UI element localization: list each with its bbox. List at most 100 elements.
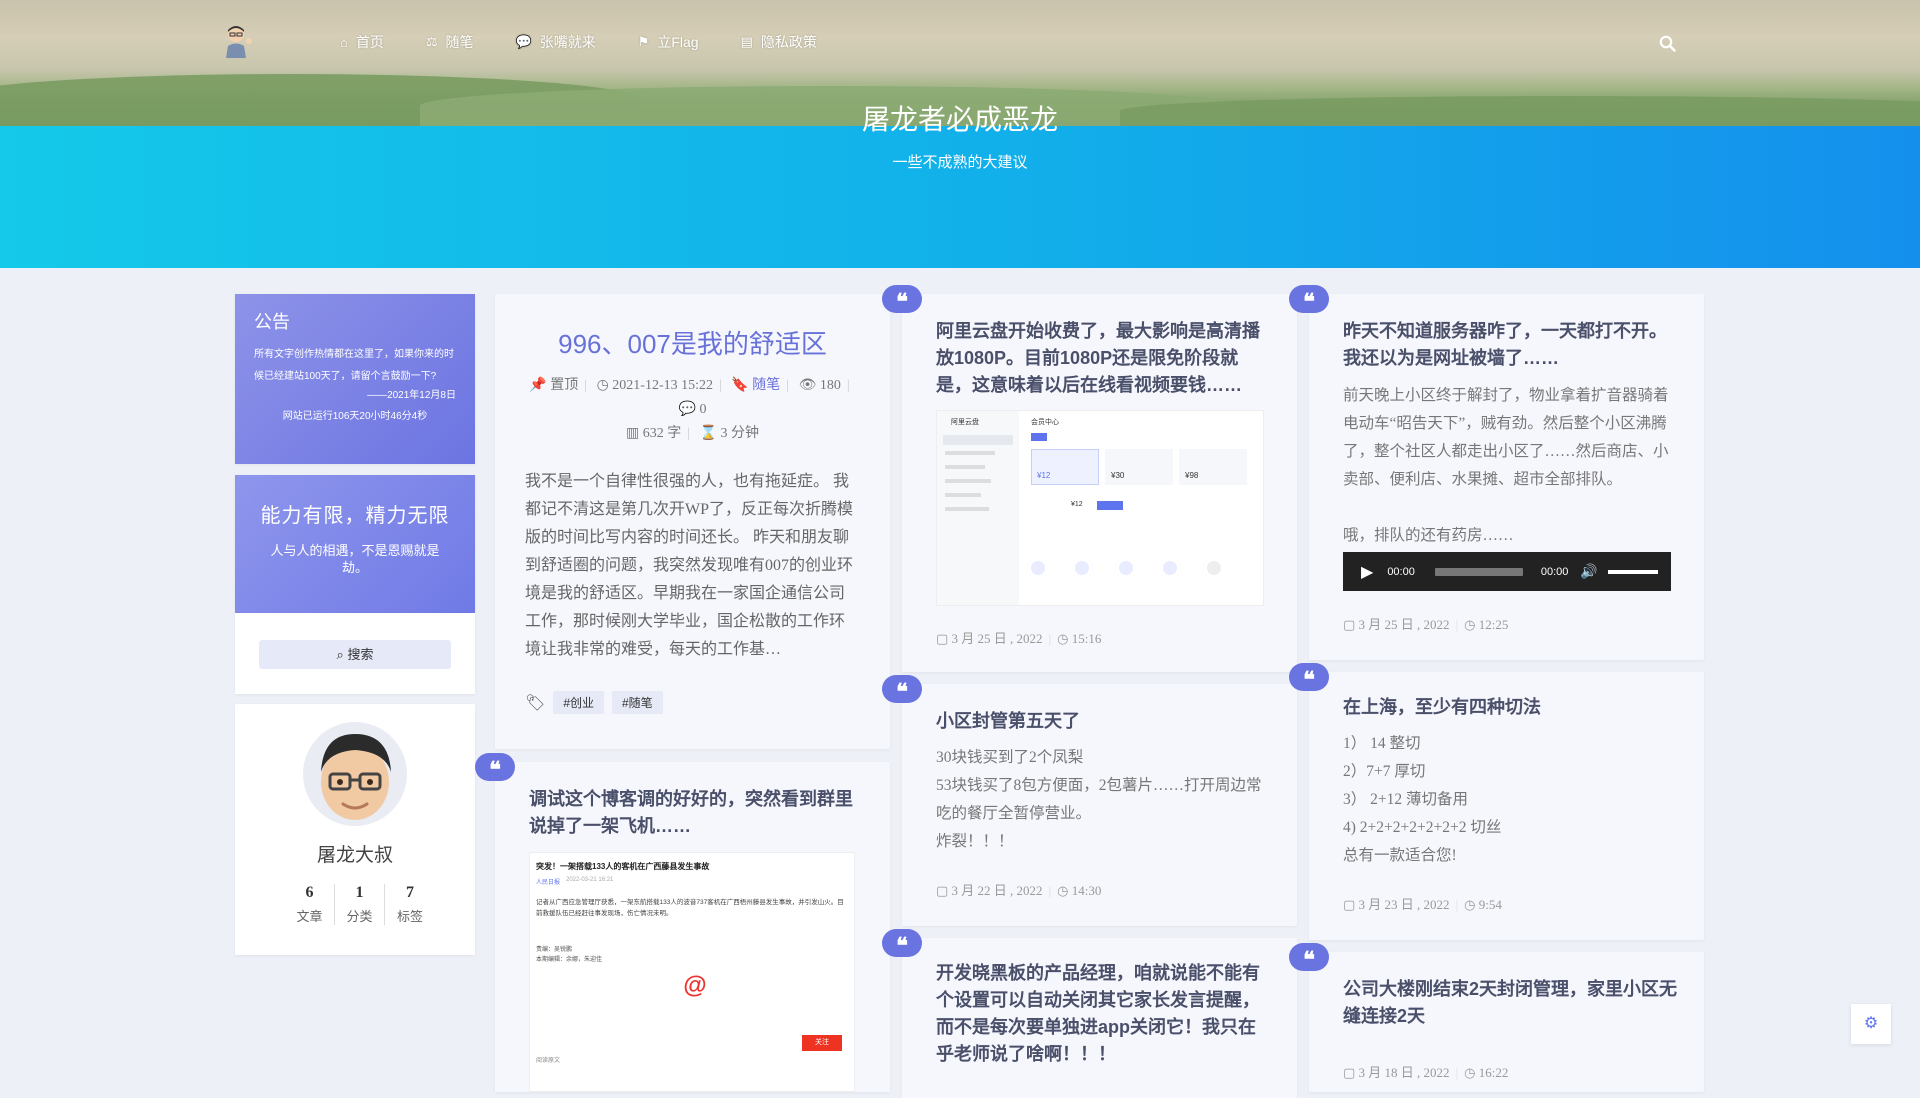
- stat-tags[interactable]: 7 标签: [385, 884, 435, 925]
- card-icon: ▤: [740, 34, 753, 49]
- site-subtitle: 一些不成熟的大建议: [892, 154, 1028, 171]
- calendar-icon: ▢: [936, 631, 949, 646]
- featured-category-link[interactable]: 随笔: [752, 378, 780, 393]
- hourglass-icon: ⌛: [699, 426, 717, 441]
- tags-icon: 🏷: [525, 694, 546, 712]
- search-icon: ⌕: [336, 647, 344, 662]
- post-excerpt-2: 哦，排队的还有药房……: [1343, 527, 1514, 544]
- post-building: ❝ 公司大楼刚结束2天封闭管理，家里小区无缝连接2天 ▢ 3 月 18 日 , …: [1289, 943, 1704, 1092]
- bookmark-icon: 🔖: [731, 378, 749, 393]
- post-excerpt: 前天晚上小区终于解封了，物业拿着扩音器骑着电动车“昭告天下”，贼有劲。然后整个小…: [1343, 387, 1669, 488]
- post-meta: ▢ 3 月 18 日 , 2022 | ◷ 16:22: [1343, 1065, 1509, 1080]
- quote-icon: ❝: [1289, 943, 1329, 972]
- post-meta: ▢ 3 月 25 日 , 2022 | ◷ 12:25: [1343, 617, 1509, 632]
- profile-card: 屠龙大叔 6 文章 1 分类 7 标签: [235, 704, 475, 955]
- post-title[interactable]: 昨天不知道服务器咋了，一天都打不开。我还以为是网址被墙了……: [1343, 318, 1678, 372]
- post-xiaoheiban: ❝ 开发晓黑板的产品经理，咱就说能不能有个设置可以自动关闭其它家长发言提醒，而不…: [882, 929, 1297, 1098]
- avatar[interactable]: [303, 722, 407, 826]
- volume-slider[interactable]: [1607, 569, 1658, 574]
- nav-essays[interactable]: ⚖ 随笔: [426, 32, 474, 52]
- post-title[interactable]: 调试这个博客调的好好的，突然看到群里说掉了一架飞机……: [529, 786, 864, 840]
- nav-talk[interactable]: 💬 张嘴就来: [516, 32, 596, 52]
- calendar-icon: ▢: [1343, 1065, 1356, 1080]
- post-title[interactable]: 阿里云盘开始收费了，最大影响是高清播放1080P。目前1080P还是限免阶段就是…: [936, 318, 1271, 399]
- notice-body: 所有文字创作热情都在这里了，如果你来的时候已经建站100天了，请留个言鼓励一下?: [254, 349, 454, 382]
- clock-icon: ◷: [1057, 883, 1069, 898]
- header-banner: [0, 126, 1920, 268]
- main-nav: ⌂ 首页 ⚖ 随笔 💬 张嘴就来 ⚑ 立Flag ▤ 隐私政策: [340, 32, 859, 52]
- comment-icon: 💬: [678, 402, 696, 417]
- audio-player[interactable]: ▶ 00:00 00:00 🔊: [1343, 552, 1671, 591]
- post-title[interactable]: 在上海，至少有四种切法: [1343, 694, 1678, 721]
- flag-icon: ⚑: [637, 34, 650, 49]
- site-logo[interactable]: [222, 24, 254, 58]
- post-plane: ❝ 调试这个博客调的好好的，突然看到群里说掉了一架飞机…… 突发！一架搭载133…: [475, 753, 890, 1092]
- tag-suibi[interactable]: #随笔: [612, 691, 663, 714]
- post-server: ❝ 昨天不知道服务器咋了，一天都打不开。我还以为是网址被墙了…… 前天晚上小区终…: [1289, 285, 1704, 660]
- eye-icon: 👁: [798, 378, 817, 393]
- motto-text: 人与人的相遇，不是恩赐就是劫。: [270, 543, 440, 575]
- home-icon: ⌂: [340, 34, 348, 50]
- notice-signature: ——2021年12月8日: [367, 390, 456, 401]
- author-name: 屠龙大叔: [316, 845, 393, 866]
- weibo-logo-icon: @: [683, 972, 707, 999]
- post-meta: ▢ 3 月 22 日 , 2022 | ◷ 14:30: [936, 883, 1102, 898]
- nav-flag[interactable]: ⚑ 立Flag: [638, 32, 699, 52]
- calendar-icon: ▢: [1343, 897, 1356, 912]
- stat-categories[interactable]: 1 分类: [335, 884, 385, 925]
- featured-meta: 📌 置顶 | ◷ 2021-12-13 15:22 | 🔖 随笔 | 👁 180 | 💬…: [529, 378, 850, 441]
- quote-icon: ❝: [1289, 663, 1329, 692]
- quote-icon: ❝: [882, 929, 922, 958]
- quote-icon: ❝: [882, 675, 922, 704]
- sidebar-search-button[interactable]: ⌕ 搜索: [259, 640, 451, 669]
- scale-icon: ⚖: [425, 34, 438, 49]
- clock-icon: ◷: [1464, 897, 1476, 912]
- post-meta: ▢ 3 月 23 日 , 2022 | ◷ 9:54: [1343, 897, 1502, 912]
- post-title[interactable]: 小区封管第五天了: [936, 708, 1271, 735]
- motto-title: 能力有限，精力无限: [260, 505, 450, 527]
- quote-icon: ❝: [1289, 285, 1329, 314]
- file-icon: ▥: [626, 426, 640, 441]
- post-cut: ❝ 在上海，至少有四种切法 1） 14 整切 2）7+7 厚切 3） 2+12 …: [1289, 663, 1704, 940]
- audio-progress[interactable]: [1434, 567, 1523, 576]
- notice-card: 公告 所有文字创作热情都在这里了，如果你来的时候已经建站100天了，请留个言鼓励…: [235, 294, 475, 464]
- post-image[interactable]: 阿里云盘 会员中心 ¥12 ¥30 ¥98 ¥12: [936, 410, 1264, 606]
- post-excerpt: 1） 14 整切 2）7+7 厚切 3） 2+12 薄切备用 4) 2+2+2+…: [1343, 735, 1502, 864]
- quote-icon: ❝: [882, 285, 922, 314]
- nav-privacy[interactable]: ▤ 隐私政策: [741, 32, 817, 52]
- search-card: ⌕ 搜索: [235, 613, 475, 694]
- post-lockdown: ❝ 小区封管第五天了 30块钱买到了2个凤梨 53块钱买了8包方便面，2包薯片……: [882, 675, 1297, 926]
- pin-icon: 📌: [529, 378, 547, 393]
- stat-articles[interactable]: 6 文章: [285, 884, 335, 925]
- post-excerpt: 30块钱买到了2个凤梨 53块钱买了8包方便面，2包薯片……打开周边常吃的餐厅全…: [936, 749, 1262, 850]
- clock-icon: ◷: [596, 378, 609, 393]
- author-stats: 6 文章 1 分类 7 标签: [285, 884, 435, 925]
- tag-chuangye[interactable]: #创业: [553, 691, 604, 714]
- post-meta: ▢ 3 月 25 日 , 2022 | ◷ 15:16: [936, 631, 1102, 646]
- featured-excerpt: 我不是一个自律性很强的人，也有拖延症。 我都记不清这是第几次开WP了，反正每次折…: [525, 473, 854, 658]
- clock-icon: ◷: [1464, 1065, 1476, 1080]
- featured-tags: 🏷 #创业 #随笔: [525, 691, 663, 714]
- chat-icon: 💬: [515, 34, 532, 49]
- follow-badge: 关注: [802, 1035, 842, 1051]
- post-image[interactable]: 突发！一架搭载133人的客机在广西藤县发生事故 人民日报 2022-03-21 …: [529, 852, 855, 1092]
- clock-icon: ◷: [1464, 617, 1476, 632]
- gear-icon: ⚙: [1863, 1015, 1879, 1032]
- post-title[interactable]: 公司大楼刚结束2天封闭管理，家里小区无缝连接2天: [1343, 976, 1678, 1030]
- volume-icon[interactable]: 🔊: [1580, 563, 1597, 580]
- site-runtime: 网站已运行106天20小时46分4秒: [282, 411, 428, 422]
- quote-icon: ❝: [475, 753, 515, 782]
- nav-home[interactable]: ⌂ 首页: [340, 32, 384, 52]
- post-title[interactable]: 开发晓黑板的产品经理，咱就说能不能有个设置可以自动关闭其它家长发言提醒，而不是每…: [936, 960, 1271, 1068]
- calendar-icon: ▢: [1343, 617, 1356, 632]
- site-title: 屠龙者必成恶龙: [861, 104, 1058, 135]
- site-header: ⌂ 首页 ⚖ 随笔 💬 张嘴就来 ⚑ 立Flag ▤ 隐私政策 屠龙者必成恶龙 一些不成熟…: [0, 0, 1920, 268]
- search-icon[interactable]: [1659, 35, 1676, 52]
- clock-icon: ◷: [1057, 631, 1069, 646]
- featured-title[interactable]: 996、007是我的舒适区: [495, 324, 890, 361]
- post-aliyun: ❝ 阿里云盘开始收费了，最大影响是高清播放1080P。目前1080P还是限免阶段…: [882, 285, 1297, 672]
- play-icon[interactable]: ▶: [1361, 562, 1373, 582]
- calendar-icon: ▢: [936, 883, 949, 898]
- settings-button[interactable]: ⚙: [1851, 1004, 1891, 1044]
- notice-title: 公告: [254, 312, 290, 332]
